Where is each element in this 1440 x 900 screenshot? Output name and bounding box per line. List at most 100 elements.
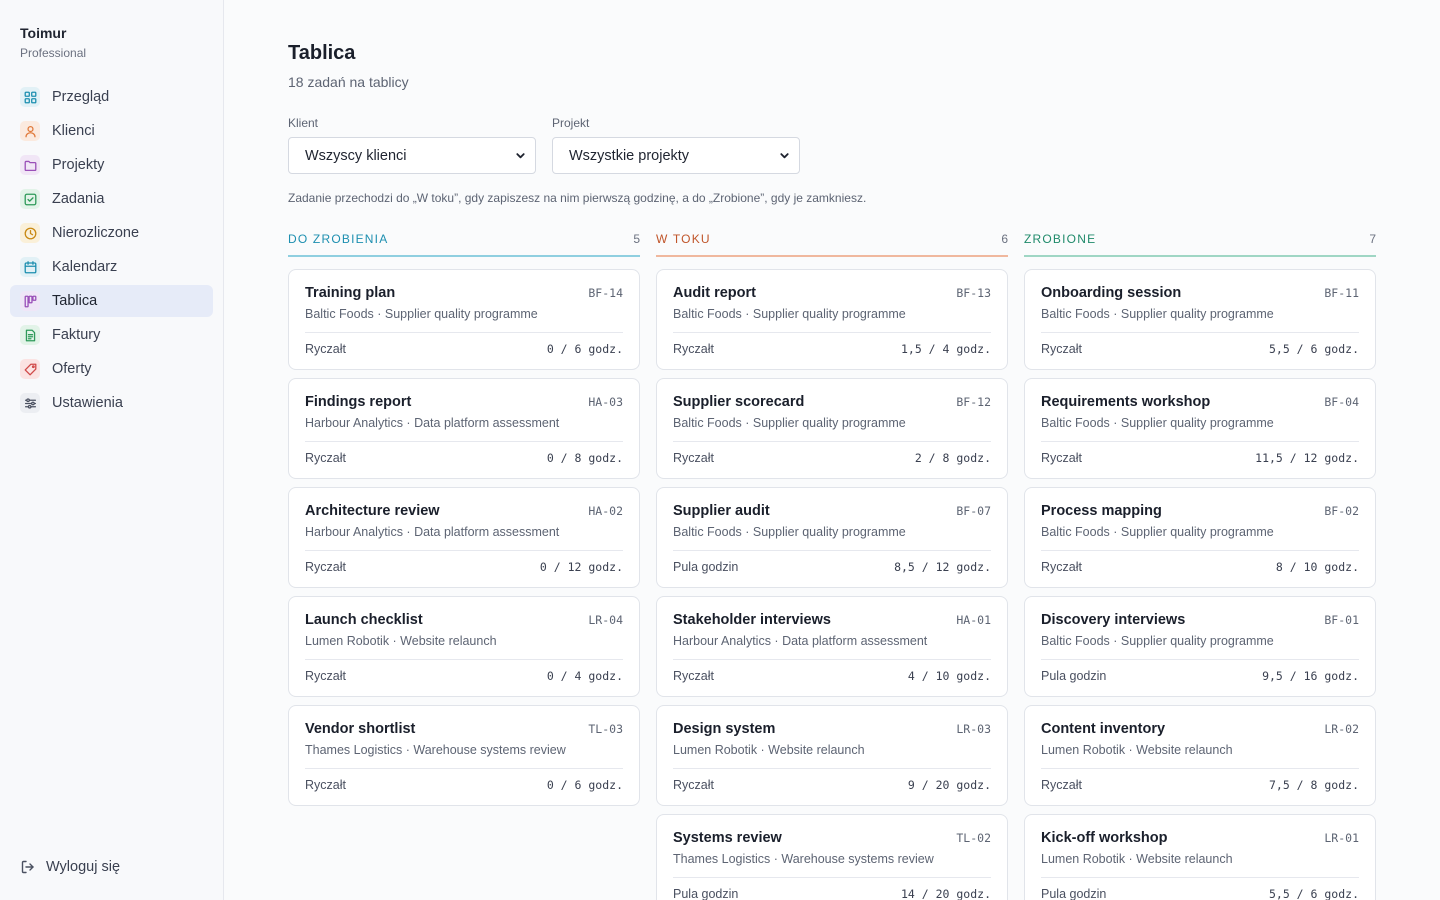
logout-label: Wyloguj się [46,859,121,875]
card-header: Systems review TL-02 [673,829,991,847]
project-filter: Projekt Wszystkie projekty [552,116,800,174]
sidebar-item-tablica[interactable]: Tablica [10,285,213,317]
task-title: Supplier scorecard [673,394,805,410]
project-select[interactable]: Wszystkie projekty [552,137,800,174]
sidebar-item-ustawienia[interactable]: Ustawienia [10,387,213,419]
task-hours: 8,5 / 12 godz. [894,560,991,574]
task-card[interactable]: Vendor shortlist TL-03 Thames Logistics · … [288,705,640,806]
task-billing-type: Ryczałt [305,451,346,465]
task-hours: 11,5 / 12 godz. [1255,451,1359,465]
task-client-project: Baltic Foods · Supplier quality programm… [673,416,906,430]
clock-icon [20,223,40,243]
task-card[interactable]: Kick-off workshop LR-01 Lumen Robotik · We… [1024,814,1376,900]
card-header: Findings report HA-03 [305,393,623,411]
brand-plan: Professional [20,46,87,60]
task-hours: 14 / 20 godz. [900,887,991,900]
card-header: Onboarding session BF-11 [1041,284,1359,302]
sidebar-item-label: Nierozliczone [52,225,140,241]
task-code: LR-03 [956,722,991,736]
task-billing-type: Ryczałt [305,778,346,792]
sidebar-item-label: Przegląd [52,89,110,105]
task-card[interactable]: Architecture review HA-02 Harbour Analytic… [288,487,640,588]
sidebar-item-przegląd[interactable]: Przegląd [10,81,213,113]
task-client-project: Baltic Foods · Supplier quality programm… [1041,634,1274,648]
task-client-project: Baltic Foods · Supplier quality programm… [1041,307,1274,321]
task-title: Findings report [305,394,412,410]
task-client-project: Lumen Robotik · Website relaunch [1041,743,1233,757]
card-footer: Ryczałt 5,5 / 6 godz. [1041,333,1359,365]
task-title: Discovery interviews [1041,612,1186,628]
brand: Toimur Professional [20,24,86,61]
task-card[interactable]: Audit report BF-13 Baltic Foods · Supplier… [656,269,1008,370]
task-code: LR-04 [588,613,623,627]
task-card[interactable]: Process mapping BF-02 Baltic Foods · Suppl… [1024,487,1376,588]
card-header: Process mapping BF-02 [1041,502,1359,520]
user-icon [20,121,40,141]
task-billing-type: Ryczałt [1041,342,1082,356]
task-card[interactable]: Requirements workshop BF-04 Baltic Foods ·… [1024,378,1376,479]
task-code: TL-03 [588,722,623,736]
task-card[interactable]: Supplier audit BF-07 Baltic Foods · Suppli… [656,487,1008,588]
task-card[interactable]: Design system LR-03 Lumen Robotik · Websit… [656,705,1008,806]
card-footer: Ryczałt 0 / 12 godz. [305,551,623,583]
task-client-project: Baltic Foods · Supplier quality programm… [305,307,538,321]
sidebar-item-faktury[interactable]: Faktury [10,319,213,351]
card-header: Training plan BF-14 [305,284,623,302]
task-card[interactable]: Content inventory LR-02 Lumen Robotik · We… [1024,705,1376,806]
chevron-down-icon [780,153,789,159]
card-header: Discovery interviews BF-01 [1041,611,1359,629]
client-filter-label: Klient [288,116,319,130]
sidebar-item-nierozliczone[interactable]: Nierozliczone [10,217,213,249]
task-hours: 7,5 / 8 godz. [1268,778,1359,792]
logout-button[interactable]: Wyloguj się [20,859,120,875]
sidebar-item-kalendarz[interactable]: Kalendarz [10,251,213,283]
task-code: HA-02 [588,504,623,518]
task-card[interactable]: Findings report HA-03 Harbour Analytics · … [288,378,640,479]
task-card[interactable]: Discovery interviews BF-01 Baltic Foods · … [1024,596,1376,697]
task-billing-type: Ryczałt [1041,778,1082,792]
column-divider [288,255,640,257]
task-card[interactable]: Stakeholder interviews HA-01 Harbour Analy… [656,596,1008,697]
column-header: DO ZROBIENIA 5 [288,231,640,247]
page-subtitle: 18 zadań na tablicy [288,74,409,90]
task-card[interactable]: Supplier scorecard BF-12 Baltic Foods · Su… [656,378,1008,479]
task-hours: 0 / 8 godz. [546,451,623,465]
sidebar-item-projekty[interactable]: Projekty [10,149,213,181]
client-select[interactable]: Wszyscy klienci [288,137,536,174]
column-title: DO ZROBIENIA [288,232,389,246]
task-card[interactable]: Onboarding session BF-11 Baltic Foods · Su… [1024,269,1376,370]
task-card[interactable]: Training plan BF-14 Baltic Foods · Supplie… [288,269,640,370]
card-header: Kick-off workshop LR-01 [1041,829,1359,847]
task-client-project: Lumen Robotik · Website relaunch [1041,852,1233,866]
sidebar-item-klienci[interactable]: Klienci [10,115,213,147]
task-title: Audit report [673,285,756,301]
tag-icon [20,359,40,379]
brand-name: Toimur [20,25,67,41]
card-footer: Pula godzin 9,5 / 16 godz. [1041,660,1359,692]
column-divider [1024,255,1376,257]
sidebar-item-zadania[interactable]: Zadania [10,183,213,215]
calendar-icon [20,257,40,277]
folder-icon [20,155,40,175]
card-footer: Pula godzin 8,5 / 12 godz. [673,551,991,583]
task-title: Stakeholder interviews [673,612,831,628]
board-column: ZROBIONE 7 Onboarding session BF-11 Baltic F… [1024,231,1376,900]
client-select-value: Wszyscy klienci [305,147,407,164]
task-hours: 5,5 / 6 godz. [1268,887,1359,900]
task-title: Process mapping [1041,503,1162,519]
task-hours: 2 / 8 godz. [914,451,991,465]
task-hours: 5,5 / 6 godz. [1268,342,1359,356]
board-hint: Zadanie przechodzi do „W toku”, gdy zapi… [288,191,867,205]
card-footer: Ryczałt 0 / 8 godz. [305,442,623,474]
task-title: Architecture review [305,503,440,519]
chevron-down-icon [516,153,525,159]
task-card[interactable]: Launch checklist LR-04 Lumen Robotik · Web… [288,596,640,697]
task-card[interactable]: Systems review TL-02 Thames Logistics · Wa… [656,814,1008,900]
task-client-project: Harbour Analytics · Data platform assess… [305,416,560,430]
task-title: Systems review [673,830,782,846]
sidebar-item-oferty[interactable]: Oferty [10,353,213,385]
task-hours: 8 / 10 godz. [1275,560,1359,574]
task-client-project: Lumen Robotik · Website relaunch [305,634,497,648]
task-billing-type: Pula godzin [1041,887,1107,900]
task-client-project: Lumen Robotik · Website relaunch [673,743,865,757]
